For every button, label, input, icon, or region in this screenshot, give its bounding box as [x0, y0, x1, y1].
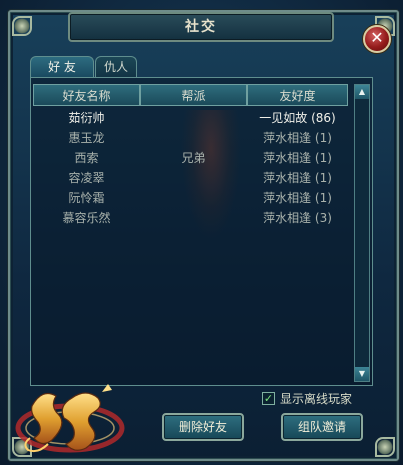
corner-ornament [12, 16, 32, 36]
friend-friendship: 萍水相逢 (1) [263, 131, 332, 145]
show-offline-label: 显示离线玩家 [280, 391, 353, 406]
close-button[interactable]: ✕ [363, 25, 391, 53]
friend-guild [140, 168, 247, 188]
friend-friendship: 萍水相逢 (3) [263, 211, 332, 225]
scroll-up-button[interactable]: ▲ [355, 85, 369, 99]
invite-team-button[interactable]: 组队邀请 [281, 413, 363, 441]
corner-ornament [375, 437, 395, 457]
friend-guild: 兄弟 [181, 151, 206, 165]
friend-row[interactable]: 慕容乐然 萍水相逢 (3) [33, 208, 348, 228]
checkmark-icon: ✓ [263, 391, 274, 405]
column-header-friendship[interactable]: 友好度 [247, 84, 348, 106]
friend-friendship: 萍水相逢 (1) [263, 151, 332, 165]
friend-name: 容凌翠 [68, 171, 105, 185]
column-header-guild[interactable]: 帮派 [140, 84, 247, 106]
friend-name: 惠玉龙 [68, 131, 105, 145]
friend-name: 慕容乐然 [62, 211, 111, 225]
friend-row[interactable]: 容凌翠 萍水相逢 (1) [33, 168, 348, 188]
friend-guild [140, 208, 247, 228]
tab-friends[interactable]: 好 友 [30, 56, 94, 77]
close-icon: ✕ [370, 28, 384, 47]
arrow-down-icon: ▼ [358, 369, 366, 378]
friend-friendship: 萍水相逢 (1) [263, 191, 332, 205]
delete-friend-button[interactable]: 删除好友 [162, 413, 244, 441]
list-scrollbar[interactable]: ▲ ▼ [354, 84, 370, 382]
friend-list: 茹衍帅 一见如故 (86) 惠玉龙 萍水相逢 (1) 西索 兄弟 萍水相逢 (1… [33, 108, 348, 228]
social-window: 社交 ✕ 好 友 仇人 好友名称 帮派 友好度 茹衍帅 一见如故 (86) 惠玉… [0, 0, 403, 465]
list-header: 好友名称 帮派 友好度 [33, 84, 348, 106]
arrow-up-icon: ▲ [358, 87, 366, 96]
column-header-name[interactable]: 好友名称 [33, 84, 140, 106]
friend-name: 茹衍帅 [68, 111, 105, 125]
show-offline-checkbox[interactable]: ✓ [262, 391, 275, 405]
friend-friendship: 一见如故 (86) [259, 111, 336, 125]
friend-row[interactable]: 茹衍帅 一见如故 (86) [33, 108, 348, 128]
friend-name: 西索 [74, 151, 99, 165]
tab-label: 好 友 [48, 60, 76, 74]
friend-row[interactable]: 西索 兄弟 萍水相逢 (1) [33, 148, 348, 168]
friend-guild [140, 108, 247, 128]
friend-list-panel: 好友名称 帮派 友好度 茹衍帅 一见如故 (86) 惠玉龙 萍水相逢 (1) 西… [30, 77, 373, 386]
game-logo [15, 384, 125, 453]
show-offline-option: ✓ 显示离线玩家 [262, 390, 352, 406]
tab-label: 仇人 [103, 60, 128, 74]
window-title: 社交 [185, 19, 217, 35]
tab-enemies[interactable]: 仇人 [95, 56, 137, 77]
friend-friendship: 萍水相逢 (1) [263, 171, 332, 185]
friend-guild [140, 188, 247, 208]
friend-row[interactable]: 惠玉龙 萍水相逢 (1) [33, 128, 348, 148]
friend-row[interactable]: 阮怜霜 萍水相逢 (1) [33, 188, 348, 208]
title-bar[interactable]: 社交 [68, 12, 334, 42]
friend-guild [140, 128, 247, 148]
friend-name: 阮怜霜 [68, 191, 105, 205]
scroll-down-button[interactable]: ▼ [355, 367, 369, 381]
